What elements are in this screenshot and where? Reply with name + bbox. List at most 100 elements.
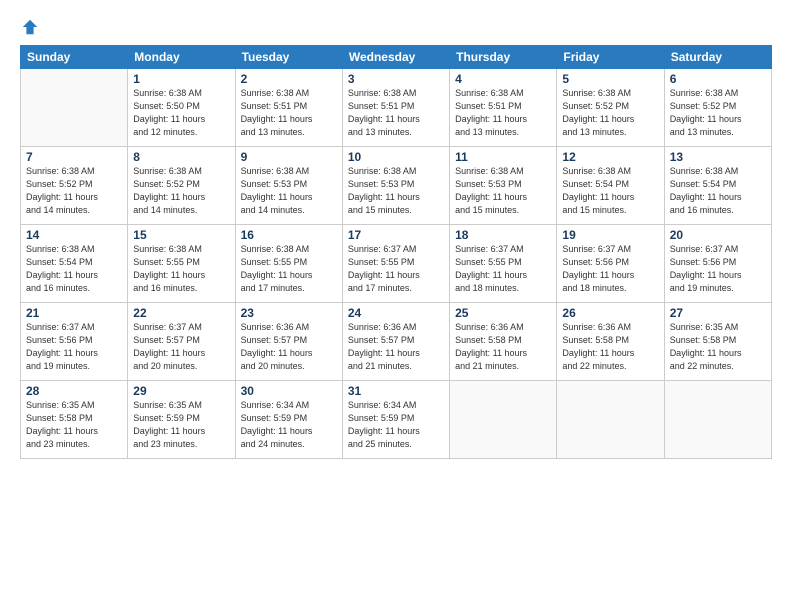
calendar-day-cell: 4Sunrise: 6:38 AM Sunset: 5:51 PM Daylig… — [450, 69, 557, 147]
day-number: 31 — [348, 384, 444, 398]
calendar-day-cell: 8Sunrise: 6:38 AM Sunset: 5:52 PM Daylig… — [128, 147, 235, 225]
weekday-header: Tuesday — [235, 46, 342, 69]
calendar-day-cell: 1Sunrise: 6:38 AM Sunset: 5:50 PM Daylig… — [128, 69, 235, 147]
calendar-day-cell: 14Sunrise: 6:38 AM Sunset: 5:54 PM Dayli… — [21, 225, 128, 303]
day-number: 17 — [348, 228, 444, 242]
day-number: 24 — [348, 306, 444, 320]
day-info: Sunrise: 6:38 AM Sunset: 5:52 PM Dayligh… — [26, 165, 122, 217]
logo-icon — [21, 18, 39, 36]
calendar-day-cell: 28Sunrise: 6:35 AM Sunset: 5:58 PM Dayli… — [21, 381, 128, 459]
day-number: 29 — [133, 384, 229, 398]
calendar-day-cell: 24Sunrise: 6:36 AM Sunset: 5:57 PM Dayli… — [342, 303, 449, 381]
day-number: 25 — [455, 306, 551, 320]
calendar-day-cell — [450, 381, 557, 459]
calendar-day-cell: 20Sunrise: 6:37 AM Sunset: 5:56 PM Dayli… — [664, 225, 771, 303]
calendar-day-cell: 5Sunrise: 6:38 AM Sunset: 5:52 PM Daylig… — [557, 69, 664, 147]
day-info: Sunrise: 6:38 AM Sunset: 5:51 PM Dayligh… — [455, 87, 551, 139]
weekday-header: Saturday — [664, 46, 771, 69]
day-info: Sunrise: 6:37 AM Sunset: 5:57 PM Dayligh… — [133, 321, 229, 373]
day-number: 20 — [670, 228, 766, 242]
day-info: Sunrise: 6:38 AM Sunset: 5:52 PM Dayligh… — [670, 87, 766, 139]
calendar-header-row: SundayMondayTuesdayWednesdayThursdayFrid… — [21, 46, 772, 69]
day-info: Sunrise: 6:36 AM Sunset: 5:58 PM Dayligh… — [455, 321, 551, 373]
day-number: 5 — [562, 72, 658, 86]
page: SundayMondayTuesdayWednesdayThursdayFrid… — [0, 0, 792, 612]
calendar-day-cell: 2Sunrise: 6:38 AM Sunset: 5:51 PM Daylig… — [235, 69, 342, 147]
calendar-day-cell — [557, 381, 664, 459]
calendar-day-cell: 16Sunrise: 6:38 AM Sunset: 5:55 PM Dayli… — [235, 225, 342, 303]
day-number: 15 — [133, 228, 229, 242]
day-info: Sunrise: 6:36 AM Sunset: 5:58 PM Dayligh… — [562, 321, 658, 373]
day-info: Sunrise: 6:38 AM Sunset: 5:53 PM Dayligh… — [455, 165, 551, 217]
calendar-day-cell — [664, 381, 771, 459]
calendar-week-row: 7Sunrise: 6:38 AM Sunset: 5:52 PM Daylig… — [21, 147, 772, 225]
calendar-day-cell: 15Sunrise: 6:38 AM Sunset: 5:55 PM Dayli… — [128, 225, 235, 303]
calendar-day-cell: 11Sunrise: 6:38 AM Sunset: 5:53 PM Dayli… — [450, 147, 557, 225]
calendar-day-cell: 22Sunrise: 6:37 AM Sunset: 5:57 PM Dayli… — [128, 303, 235, 381]
logo-text — [20, 18, 39, 37]
day-number: 27 — [670, 306, 766, 320]
day-number: 14 — [26, 228, 122, 242]
calendar-week-row: 1Sunrise: 6:38 AM Sunset: 5:50 PM Daylig… — [21, 69, 772, 147]
day-number: 23 — [241, 306, 337, 320]
calendar-day-cell: 26Sunrise: 6:36 AM Sunset: 5:58 PM Dayli… — [557, 303, 664, 381]
day-number: 19 — [562, 228, 658, 242]
calendar-day-cell: 17Sunrise: 6:37 AM Sunset: 5:55 PM Dayli… — [342, 225, 449, 303]
calendar-day-cell: 10Sunrise: 6:38 AM Sunset: 5:53 PM Dayli… — [342, 147, 449, 225]
day-info: Sunrise: 6:34 AM Sunset: 5:59 PM Dayligh… — [348, 399, 444, 451]
calendar-day-cell: 23Sunrise: 6:36 AM Sunset: 5:57 PM Dayli… — [235, 303, 342, 381]
day-number: 1 — [133, 72, 229, 86]
day-number: 8 — [133, 150, 229, 164]
day-number: 28 — [26, 384, 122, 398]
header — [20, 18, 772, 35]
calendar-week-row: 21Sunrise: 6:37 AM Sunset: 5:56 PM Dayli… — [21, 303, 772, 381]
day-info: Sunrise: 6:37 AM Sunset: 5:56 PM Dayligh… — [670, 243, 766, 295]
logo — [20, 18, 39, 35]
calendar-day-cell: 3Sunrise: 6:38 AM Sunset: 5:51 PM Daylig… — [342, 69, 449, 147]
day-info: Sunrise: 6:35 AM Sunset: 5:58 PM Dayligh… — [26, 399, 122, 451]
calendar-day-cell: 12Sunrise: 6:38 AM Sunset: 5:54 PM Dayli… — [557, 147, 664, 225]
day-info: Sunrise: 6:37 AM Sunset: 5:55 PM Dayligh… — [455, 243, 551, 295]
day-number: 13 — [670, 150, 766, 164]
calendar-week-row: 14Sunrise: 6:38 AM Sunset: 5:54 PM Dayli… — [21, 225, 772, 303]
calendar-day-cell: 18Sunrise: 6:37 AM Sunset: 5:55 PM Dayli… — [450, 225, 557, 303]
day-info: Sunrise: 6:38 AM Sunset: 5:53 PM Dayligh… — [241, 165, 337, 217]
calendar-day-cell: 30Sunrise: 6:34 AM Sunset: 5:59 PM Dayli… — [235, 381, 342, 459]
calendar-week-row: 28Sunrise: 6:35 AM Sunset: 5:58 PM Dayli… — [21, 381, 772, 459]
day-number: 10 — [348, 150, 444, 164]
calendar-day-cell: 21Sunrise: 6:37 AM Sunset: 5:56 PM Dayli… — [21, 303, 128, 381]
calendar-day-cell: 29Sunrise: 6:35 AM Sunset: 5:59 PM Dayli… — [128, 381, 235, 459]
calendar-day-cell: 6Sunrise: 6:38 AM Sunset: 5:52 PM Daylig… — [664, 69, 771, 147]
day-number: 21 — [26, 306, 122, 320]
day-info: Sunrise: 6:38 AM Sunset: 5:54 PM Dayligh… — [26, 243, 122, 295]
day-info: Sunrise: 6:38 AM Sunset: 5:54 PM Dayligh… — [670, 165, 766, 217]
calendar-day-cell: 27Sunrise: 6:35 AM Sunset: 5:58 PM Dayli… — [664, 303, 771, 381]
day-number: 7 — [26, 150, 122, 164]
day-number: 16 — [241, 228, 337, 242]
calendar-day-cell: 9Sunrise: 6:38 AM Sunset: 5:53 PM Daylig… — [235, 147, 342, 225]
weekday-header: Wednesday — [342, 46, 449, 69]
day-number: 4 — [455, 72, 551, 86]
day-info: Sunrise: 6:37 AM Sunset: 5:55 PM Dayligh… — [348, 243, 444, 295]
calendar-day-cell: 13Sunrise: 6:38 AM Sunset: 5:54 PM Dayli… — [664, 147, 771, 225]
calendar-day-cell — [21, 69, 128, 147]
day-info: Sunrise: 6:38 AM Sunset: 5:52 PM Dayligh… — [133, 165, 229, 217]
day-info: Sunrise: 6:38 AM Sunset: 5:55 PM Dayligh… — [133, 243, 229, 295]
calendar-table: SundayMondayTuesdayWednesdayThursdayFrid… — [20, 45, 772, 459]
weekday-header: Friday — [557, 46, 664, 69]
day-info: Sunrise: 6:38 AM Sunset: 5:50 PM Dayligh… — [133, 87, 229, 139]
day-info: Sunrise: 6:36 AM Sunset: 5:57 PM Dayligh… — [241, 321, 337, 373]
day-number: 26 — [562, 306, 658, 320]
day-info: Sunrise: 6:34 AM Sunset: 5:59 PM Dayligh… — [241, 399, 337, 451]
day-info: Sunrise: 6:35 AM Sunset: 5:59 PM Dayligh… — [133, 399, 229, 451]
calendar-day-cell: 7Sunrise: 6:38 AM Sunset: 5:52 PM Daylig… — [21, 147, 128, 225]
day-number: 11 — [455, 150, 551, 164]
calendar-day-cell: 25Sunrise: 6:36 AM Sunset: 5:58 PM Dayli… — [450, 303, 557, 381]
day-info: Sunrise: 6:38 AM Sunset: 5:53 PM Dayligh… — [348, 165, 444, 217]
day-info: Sunrise: 6:36 AM Sunset: 5:57 PM Dayligh… — [348, 321, 444, 373]
day-info: Sunrise: 6:37 AM Sunset: 5:56 PM Dayligh… — [562, 243, 658, 295]
calendar-day-cell: 19Sunrise: 6:37 AM Sunset: 5:56 PM Dayli… — [557, 225, 664, 303]
weekday-header: Sunday — [21, 46, 128, 69]
day-info: Sunrise: 6:38 AM Sunset: 5:55 PM Dayligh… — [241, 243, 337, 295]
calendar-day-cell: 31Sunrise: 6:34 AM Sunset: 5:59 PM Dayli… — [342, 381, 449, 459]
